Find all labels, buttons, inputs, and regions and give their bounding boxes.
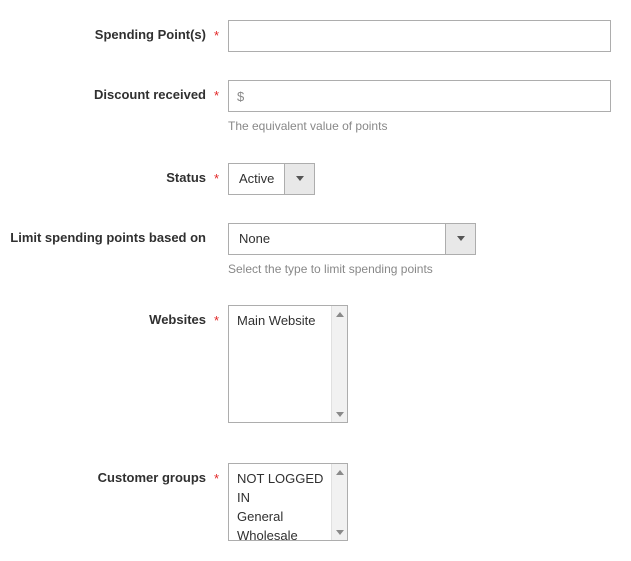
input-wrap: Main Website [228, 305, 348, 423]
field-limit-basis: Limit spending points based on None Sele… [10, 223, 621, 278]
required-marker: * [214, 471, 219, 488]
input-wrap: NOT LOGGED IN General Wholesale Retailer [228, 463, 348, 541]
scroll-up-button[interactable] [332, 306, 347, 322]
list-item[interactable]: Main Website [237, 312, 329, 331]
input-wrap: None Select the type to limit spending p… [228, 223, 476, 278]
label-status: Status * [10, 163, 228, 187]
required-marker: * [214, 88, 219, 105]
label-spending-points: Spending Point(s) * [10, 20, 228, 44]
label-discount-received: Discount received * [10, 80, 228, 104]
chevron-up-icon [336, 470, 344, 475]
discount-received-input[interactable] [228, 80, 611, 112]
field-websites: Websites * Main Website [10, 305, 621, 423]
required-marker: * [214, 28, 219, 45]
help-limit-basis: Select the type to limit spending points [228, 262, 476, 278]
scroll-down-button[interactable] [332, 524, 347, 540]
input-wrap: Active [228, 163, 315, 195]
label-customer-groups: Customer groups * [10, 463, 228, 487]
label-text: Discount received [94, 87, 206, 102]
status-select[interactable]: Active [228, 163, 315, 195]
websites-listbox[interactable]: Main Website [228, 305, 348, 423]
label-text: Limit spending points based on [10, 230, 206, 245]
chevron-down-icon [336, 530, 344, 535]
limit-basis-selected-value: None [229, 224, 445, 254]
label-text: Status [166, 170, 206, 185]
customer-groups-listbox[interactable]: NOT LOGGED IN General Wholesale Retailer [228, 463, 348, 541]
chevron-up-icon [336, 312, 344, 317]
scrollbar[interactable] [331, 464, 347, 540]
field-spending-points: Spending Point(s) * [10, 20, 621, 52]
input-wrap [228, 20, 611, 52]
chevron-down-icon [296, 176, 304, 181]
spending-points-input[interactable] [228, 20, 611, 52]
chevron-down-icon [457, 236, 465, 241]
field-customer-groups: Customer groups * NOT LOGGED IN General … [10, 463, 621, 541]
required-marker: * [214, 313, 219, 330]
label-text: Websites [149, 312, 206, 327]
status-dropdown-button[interactable] [284, 164, 314, 194]
scroll-down-button[interactable] [332, 406, 347, 422]
label-text: Spending Point(s) [95, 27, 206, 42]
chevron-down-icon [336, 412, 344, 417]
label-limit-basis: Limit spending points based on [10, 223, 228, 247]
label-text: Customer groups [98, 470, 206, 485]
field-discount-received: Discount received * The equivalent value… [10, 80, 621, 135]
status-selected-value: Active [229, 164, 284, 194]
limit-basis-dropdown-button[interactable] [445, 224, 475, 254]
required-marker: * [214, 171, 219, 188]
list-item[interactable]: NOT LOGGED IN [237, 470, 329, 508]
list-item[interactable]: Wholesale [237, 527, 329, 541]
input-wrap: The equivalent value of points [228, 80, 611, 135]
scroll-up-button[interactable] [332, 464, 347, 480]
field-status: Status * Active [10, 163, 621, 195]
scrollbar[interactable] [331, 306, 347, 422]
limit-basis-select[interactable]: None [228, 223, 476, 255]
help-discount-received: The equivalent value of points [228, 119, 611, 135]
list-item[interactable]: General [237, 508, 329, 527]
label-websites: Websites * [10, 305, 228, 329]
